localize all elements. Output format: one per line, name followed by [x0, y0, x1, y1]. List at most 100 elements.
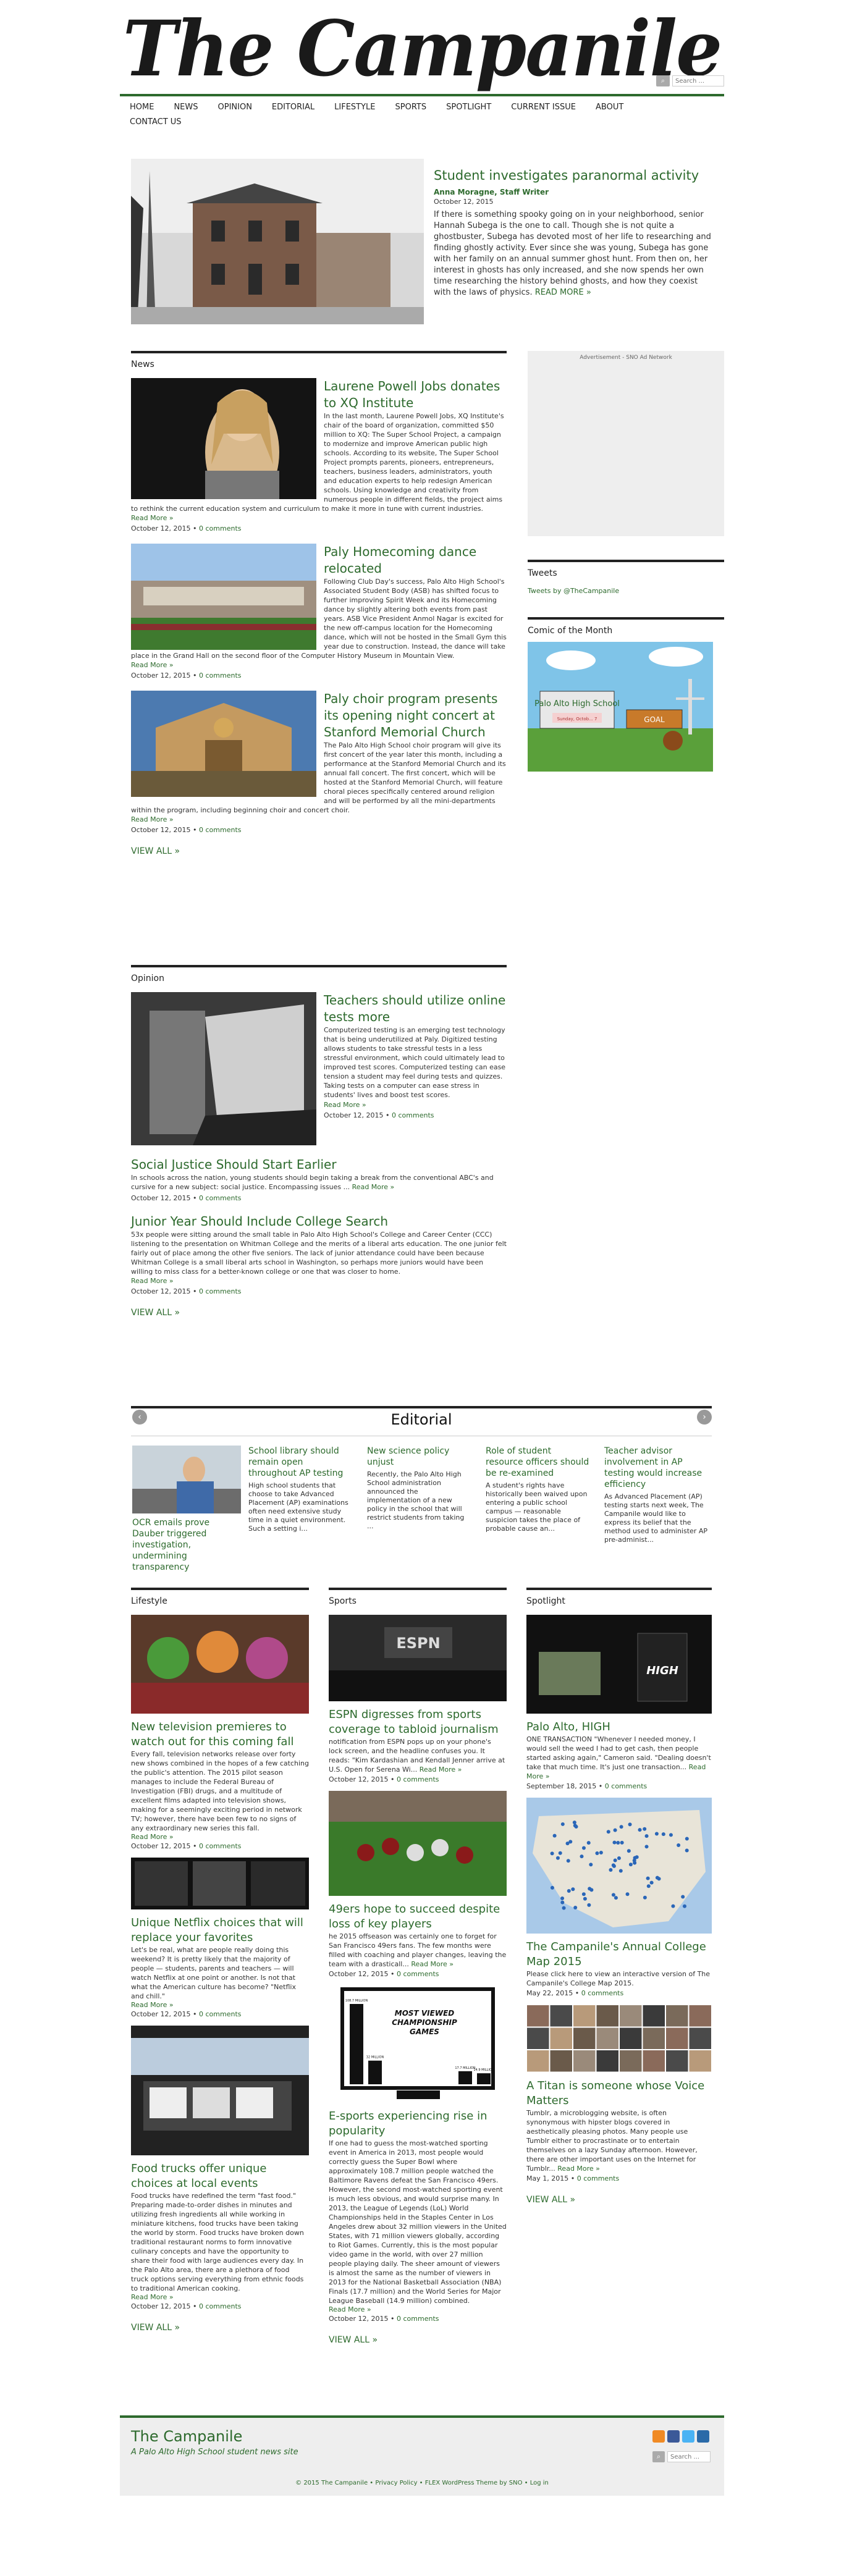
read-more-link[interactable]: Read More »: [420, 1766, 462, 1774]
sports-view-all[interactable]: VIEW ALL »: [329, 2335, 507, 2345]
read-more-link[interactable]: Read More »: [352, 1183, 395, 1191]
featured-read-more[interactable]: READ MORE »: [535, 288, 591, 297]
read-more-link[interactable]: Read More »: [411, 1960, 454, 1968]
footer-search-input[interactable]: [667, 2451, 711, 2462]
editorial-title[interactable]: School library should remain open throug…: [248, 1446, 353, 1479]
nav-item[interactable]: ABOUT: [596, 100, 623, 115]
comments-link[interactable]: 0 comments: [199, 1287, 242, 1295]
read-more-link[interactable]: Read More »: [131, 2001, 309, 2009]
read-more-link[interactable]: Read More »: [131, 815, 174, 823]
carousel-next-button[interactable]: ›: [697, 1410, 712, 1425]
nav-item[interactable]: OPINION: [218, 100, 252, 115]
sports-title[interactable]: E-sports experiencing rise in popularity: [329, 2109, 507, 2139]
voice-matters-image[interactable]: [526, 2005, 712, 2073]
comments-link[interactable]: 0 comments: [199, 2010, 242, 2018]
lifestyle-view-all[interactable]: VIEW ALL »: [131, 2323, 309, 2333]
editorial-title[interactable]: Role of student resource officers should…: [486, 1446, 591, 1479]
carousel-prev-button[interactable]: ‹: [132, 1410, 147, 1425]
spotlight-view-all[interactable]: VIEW ALL »: [526, 2195, 712, 2205]
spotlight-title[interactable]: A Titan is someone whose Voice Matters: [526, 2079, 712, 2108]
sports-infographic[interactable]: 108.7 MILLION 32 MILLION 17.7 MILLION 14.9 …: [329, 1985, 507, 2103]
spotlight-title[interactable]: The Campanile's Annual College Map 2015: [526, 1940, 712, 1969]
news-image[interactable]: [131, 544, 316, 650]
nav-item[interactable]: CURRENT ISSUE: [511, 100, 576, 115]
lifestyle-title[interactable]: Unique Netflix choices that will replace…: [131, 1916, 309, 1945]
nav-item[interactable]: SPORTS: [395, 100, 427, 115]
opinion-item-title[interactable]: Junior Year Should Include College Searc…: [131, 1213, 507, 1230]
read-more-link[interactable]: Read More »: [131, 514, 174, 522]
sports-title[interactable]: 49ers hope to succeed despite loss of ke…: [329, 1902, 507, 1932]
read-more-link[interactable]: Read More »: [131, 2293, 309, 2301]
news-image[interactable]: [131, 378, 316, 499]
comments-link[interactable]: 0 comments: [397, 1970, 439, 1978]
featured-title[interactable]: Student investigates paranormal activity: [434, 167, 715, 184]
opinion-heading[interactable]: Opinion: [131, 967, 507, 983]
read-more-link[interactable]: Read More »: [329, 2305, 507, 2313]
footer-site-name[interactable]: The Campanile: [131, 2428, 242, 2445]
rss-icon[interactable]: [652, 2430, 665, 2443]
footer-copyright[interactable]: © 2015 The Campanile • Privacy Policy • …: [120, 2480, 724, 2486]
comments-link[interactable]: 0 comments: [199, 2302, 242, 2310]
search-icon[interactable]: ⌕: [656, 75, 670, 86]
editorial-title[interactable]: New science policy unjust: [367, 1446, 472, 1468]
opinion-item-title[interactable]: Social Justice Should Start Earlier: [131, 1156, 507, 1173]
twitter-icon[interactable]: [682, 2430, 694, 2443]
comic-image[interactable]: Palo Alto High School Sunday, Octob... 7…: [528, 642, 713, 772]
mail-icon[interactable]: [697, 2430, 709, 2443]
sports-heading[interactable]: Sports: [329, 1590, 507, 1606]
comments-link[interactable]: 0 comments: [199, 1842, 242, 1850]
site-logo[interactable]: The Campanile: [120, 6, 724, 91]
editorial-heading[interactable]: Editorial: [131, 1408, 712, 1431]
sports-image[interactable]: ESPN: [329, 1615, 507, 1701]
read-more-link[interactable]: Read More »: [557, 2165, 600, 2173]
editorial-title[interactable]: Teacher advisor involvement in AP testin…: [604, 1446, 709, 1490]
lifestyle-image[interactable]: [131, 1615, 309, 1714]
search-icon[interactable]: ⌕: [652, 2451, 665, 2462]
comments-link[interactable]: 0 comments: [199, 671, 242, 680]
sports-image[interactable]: [329, 1791, 507, 1896]
sports-title[interactable]: ESPN digresses from sports coverage to t…: [329, 1707, 507, 1737]
comments-link[interactable]: 0 comments: [605, 1782, 648, 1790]
spotlight-title[interactable]: Palo Alto, HIGH: [526, 1720, 712, 1735]
comments-link[interactable]: 0 comments: [199, 524, 242, 532]
tweets-link[interactable]: Tweets by @TheCampanile: [528, 587, 724, 595]
spotlight-image[interactable]: HIGH: [526, 1615, 712, 1714]
spotlight-heading[interactable]: Spotlight: [526, 1590, 712, 1606]
read-more-link[interactable]: Read More »: [131, 1277, 174, 1285]
lifestyle-image[interactable]: [131, 1858, 309, 1909]
featured-byline[interactable]: Anna Moragne, Staff Writer: [434, 188, 715, 196]
facebook-icon[interactable]: [667, 2430, 680, 2443]
lifestyle-title[interactable]: New television premieres to watch out fo…: [131, 1720, 309, 1749]
comments-link[interactable]: 0 comments: [397, 1775, 439, 1783]
news-image[interactable]: [131, 691, 316, 797]
comments-link[interactable]: 0 comments: [392, 1111, 434, 1119]
nav-item[interactable]: LIFESTYLE: [334, 100, 375, 115]
read-more-link[interactable]: Read More »: [131, 1833, 309, 1841]
editorial-title[interactable]: OCR emails prove Dauber triggered invest…: [132, 1517, 243, 1573]
news-heading[interactable]: News: [131, 353, 507, 369]
editorial-image[interactable]: [132, 1446, 241, 1513]
search-input[interactable]: [672, 75, 724, 86]
lifestyle-image[interactable]: [131, 2026, 309, 2155]
portrait-tile: [643, 2027, 665, 2049]
opinion-image[interactable]: [131, 992, 316, 1145]
comments-link[interactable]: 0 comments: [199, 826, 242, 834]
comments-link[interactable]: 0 comments: [577, 2174, 620, 2182]
nav-item[interactable]: EDITORIAL: [272, 100, 314, 115]
comments-link[interactable]: 0 comments: [199, 1194, 242, 1202]
nav-item[interactable]: SPOTLIGHT: [446, 100, 491, 115]
comments-link[interactable]: 0 comments: [581, 1989, 624, 1997]
opinion-view-all[interactable]: VIEW ALL »: [131, 1308, 507, 1318]
nav-item[interactable]: CONTACT US: [130, 115, 182, 130]
lifestyle-title[interactable]: Food trucks offer unique choices at loca…: [131, 2161, 309, 2191]
comments-link[interactable]: 0 comments: [397, 2315, 439, 2323]
nav-item[interactable]: NEWS: [174, 100, 198, 115]
college-map-image[interactable]: [526, 1798, 712, 1934]
read-more-link[interactable]: Read More »: [131, 661, 174, 669]
opinion-date: October 12, 2015: [324, 1111, 384, 1119]
lifestyle-heading[interactable]: Lifestyle: [131, 1590, 309, 1606]
nav-item[interactable]: HOME: [130, 100, 154, 115]
ad-box[interactable]: Advertisement - SNO Ad Network: [528, 351, 724, 536]
featured-image[interactable]: [131, 159, 424, 324]
news-view-all[interactable]: VIEW ALL »: [131, 846, 507, 856]
